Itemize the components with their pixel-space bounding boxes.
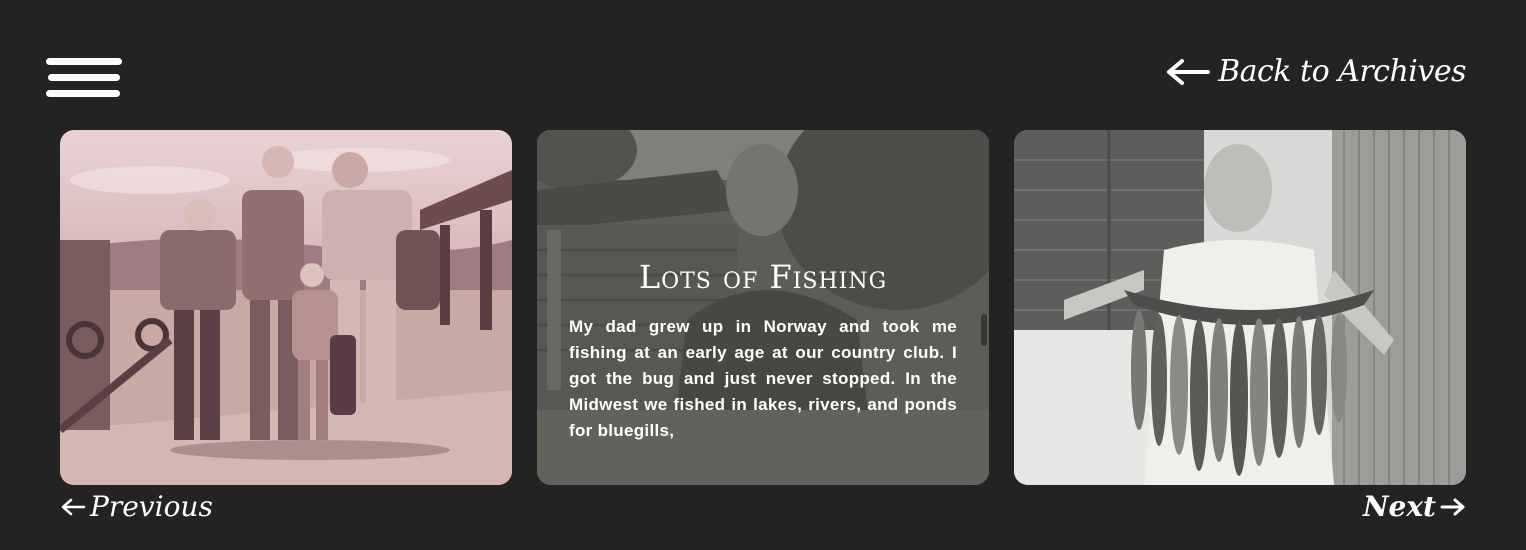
hamburger-menu-icon[interactable] xyxy=(46,58,122,100)
card-description[interactable]: My dad grew up in Norway and took me fis… xyxy=(569,314,957,446)
scroll-handle[interactable] xyxy=(981,314,987,346)
menu-bar xyxy=(48,74,120,81)
gallery-card-fish-catch[interactable] xyxy=(1014,130,1466,485)
gallery-page: Back to Archives Lots of Fishing My dad … xyxy=(0,0,1526,550)
next-label: Next xyxy=(1362,490,1436,523)
back-to-archives-link[interactable]: Back to Archives xyxy=(1166,54,1466,89)
menu-bar xyxy=(46,58,122,65)
gallery-card-family[interactable] xyxy=(60,130,512,485)
boy-with-fish-photo xyxy=(1014,130,1466,485)
next-link[interactable]: Next xyxy=(1363,490,1466,523)
arrow-left-icon xyxy=(1167,58,1211,85)
previous-label: Previous xyxy=(90,490,213,523)
arrow-left-icon xyxy=(61,498,86,515)
previous-link[interactable]: Previous xyxy=(60,490,213,523)
menu-bar xyxy=(46,90,120,97)
back-to-archives-label: Back to Archives xyxy=(1218,54,1466,89)
arrow-right-icon xyxy=(1440,498,1465,515)
card-title: Lots of Fishing xyxy=(638,258,888,296)
family-photo xyxy=(60,130,512,485)
gallery-card-lots-of-fishing[interactable]: Lots of Fishing My dad grew up in Norway… xyxy=(537,130,989,485)
